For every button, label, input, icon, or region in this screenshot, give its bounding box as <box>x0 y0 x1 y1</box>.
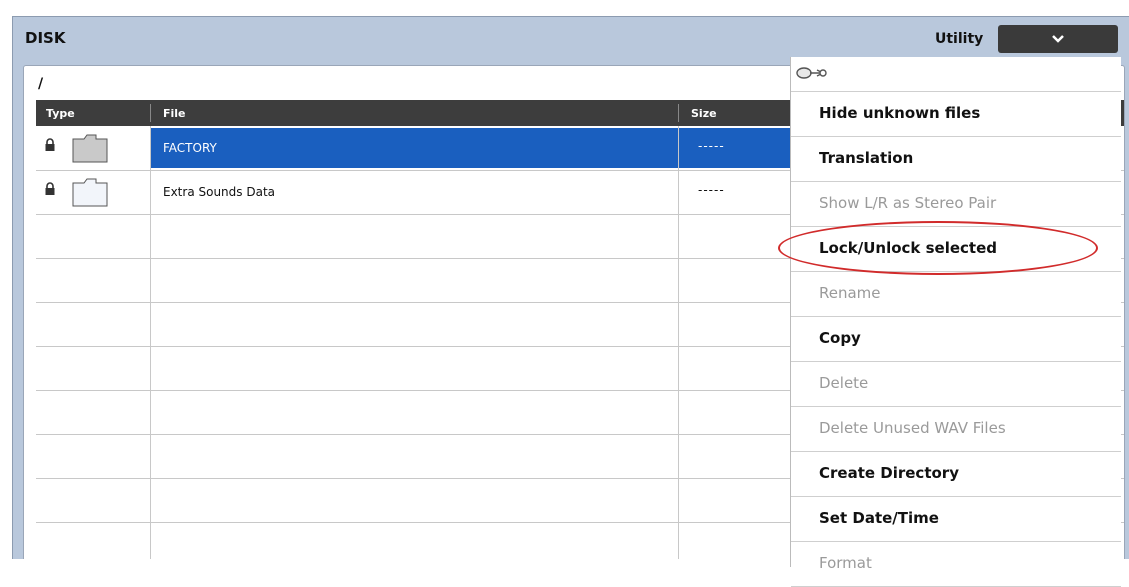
utility-dropdown-menu: Hide unknown files Translation Show L/R … <box>790 57 1121 587</box>
chevron-down-icon <box>1052 35 1064 43</box>
menu-item-delete-unused-wav: Delete Unused WAV Files <box>791 407 1121 452</box>
file-name: FACTORY <box>163 141 217 155</box>
lock-icon <box>45 182 55 195</box>
cell-divider <box>150 390 151 434</box>
page-title: DISK <box>25 29 66 47</box>
menu-header <box>791 57 1121 92</box>
menu-item-show-lr-stereo-pair: Show L/R as Stereo Pair <box>791 182 1121 227</box>
menu-item-label: Format <box>819 554 872 572</box>
cell-divider <box>678 522 679 559</box>
cell-divider <box>678 170 679 214</box>
menu-item-set-date-time[interactable]: Set Date/Time <box>791 497 1121 542</box>
menu-item-label: Delete Unused WAV Files <box>819 419 1006 437</box>
cell-divider <box>678 434 679 478</box>
folder-icon <box>72 134 108 163</box>
column-header-size[interactable]: Size <box>691 107 717 120</box>
column-header-file[interactable]: File <box>163 107 186 120</box>
cell-divider <box>150 170 151 214</box>
cell-divider <box>678 302 679 346</box>
file-size: ----- <box>698 183 725 197</box>
cell-divider <box>150 434 151 478</box>
menu-item-label: Set Date/Time <box>819 509 939 527</box>
utility-menu-button[interactable] <box>998 25 1118 53</box>
file-size: ----- <box>698 139 725 153</box>
menu-item-label: Lock/Unlock selected <box>819 239 997 257</box>
menu-item-translation[interactable]: Translation <box>791 137 1121 182</box>
menu-item-label: Rename <box>819 284 881 302</box>
menu-item-label: Translation <box>819 149 914 167</box>
current-path: / <box>38 76 44 92</box>
cell-divider <box>678 126 679 170</box>
cell-divider <box>150 522 151 559</box>
lock-icon <box>45 138 55 151</box>
menu-item-format: Format <box>791 542 1121 587</box>
cell-divider <box>150 346 151 390</box>
pin-icon[interactable] <box>795 65 829 81</box>
menu-item-create-directory[interactable]: Create Directory <box>791 452 1121 497</box>
column-divider <box>678 104 679 122</box>
file-name: Extra Sounds Data <box>163 185 275 199</box>
menu-item-delete: Delete <box>791 362 1121 407</box>
menu-item-rename: Rename <box>791 272 1121 317</box>
utility-label: Utility <box>935 31 984 47</box>
cell-divider <box>150 214 151 258</box>
cell-divider <box>678 390 679 434</box>
menu-item-label: Delete <box>819 374 869 392</box>
folder-icon <box>72 178 108 207</box>
cell-divider <box>150 126 151 170</box>
menu-item-hide-unknown-files[interactable]: Hide unknown files <box>791 92 1121 137</box>
cell-divider <box>678 478 679 522</box>
column-header-type[interactable]: Type <box>46 107 75 120</box>
cell-divider <box>150 478 151 522</box>
cell-divider <box>150 258 151 302</box>
cell-divider <box>678 214 679 258</box>
menu-item-label: Copy <box>819 329 861 347</box>
menu-item-lock-unlock-selected[interactable]: Lock/Unlock selected <box>791 227 1121 272</box>
cell-divider <box>678 346 679 390</box>
menu-item-copy[interactable]: Copy <box>791 317 1121 362</box>
column-divider <box>150 104 151 122</box>
cell-divider <box>678 258 679 302</box>
cell-divider <box>150 302 151 346</box>
menu-item-label: Create Directory <box>819 464 959 482</box>
menu-item-label: Show L/R as Stereo Pair <box>819 194 997 212</box>
menu-item-label: Hide unknown files <box>819 104 981 122</box>
